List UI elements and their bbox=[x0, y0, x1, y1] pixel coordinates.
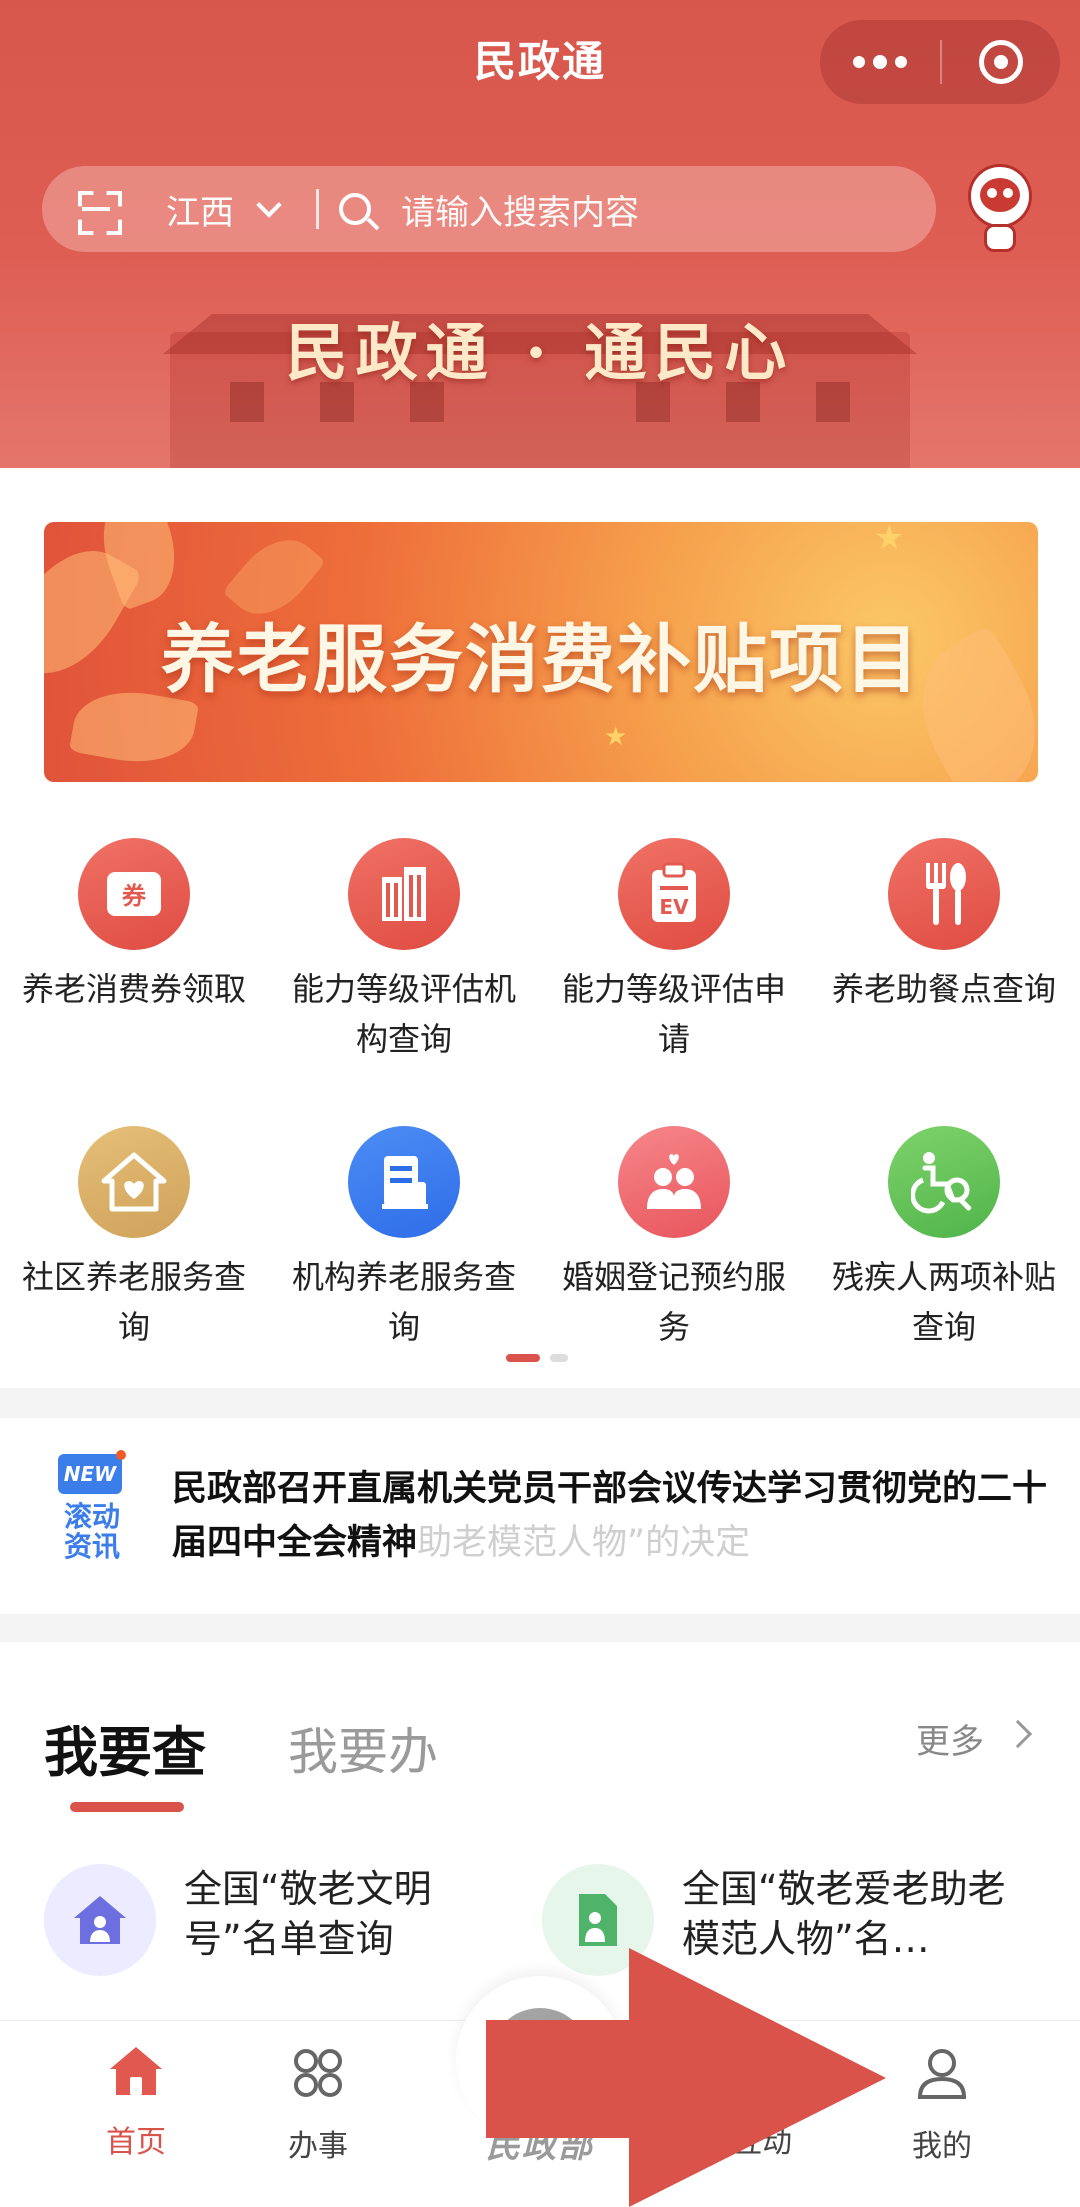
close-miniprogram-icon[interactable] bbox=[942, 20, 1060, 104]
building-icon bbox=[348, 838, 460, 950]
svg-text:EV: EV bbox=[659, 895, 689, 919]
ministry-icon[interactable] bbox=[490, 2008, 590, 2108]
star-icon: ★ bbox=[604, 722, 628, 752]
service-item[interactable]: EV 能力等级评估申请 bbox=[554, 838, 794, 1064]
service-label: 残疾人两项补贴查询 bbox=[831, 1258, 1056, 1346]
tab-mine-label: 我的 bbox=[912, 2129, 972, 2164]
tab-interact-label: 互动 bbox=[732, 2125, 792, 2160]
more-link[interactable]: 更多 bbox=[916, 1714, 984, 1763]
wheelchair-icon bbox=[888, 1126, 1000, 1238]
services-grid-icon bbox=[294, 2049, 342, 2097]
news-headline[interactable]: 民政部召开直属机关党员干部会议传达学习贯彻党的二十届四中全会精神 bbox=[172, 1462, 1052, 1570]
service-label: 养老消费券领取 bbox=[21, 970, 246, 1008]
slogan-banner: 民政通 · 通民心 bbox=[0, 280, 1080, 468]
tab-handle[interactable]: 我要办 bbox=[288, 1712, 438, 1784]
coupon-icon: 券 bbox=[78, 838, 190, 950]
service-label: 机构养老服务查询 bbox=[291, 1258, 516, 1346]
service-item[interactable]: 婚姻登记预约服务 bbox=[554, 1126, 794, 1352]
chevron-right-icon[interactable] bbox=[1003, 1719, 1033, 1749]
fork-spoon-icon bbox=[888, 838, 1000, 950]
search-input[interactable]: 请输入搜索内容 bbox=[401, 185, 639, 234]
service-label: 养老助餐点查询 bbox=[831, 970, 1056, 1008]
service-item[interactable]: 能力等级评估机构查询 bbox=[284, 838, 524, 1064]
clipboard-icon: EV bbox=[618, 838, 730, 950]
header: 民政通 江西 请输入搜索内容 民政通 · 通民心 bbox=[0, 0, 1080, 468]
service-item[interactable]: 残疾人两项补贴查询 bbox=[824, 1126, 1064, 1352]
slogan-text: 民政通 · 通民心 bbox=[285, 316, 795, 389]
service-label: 能力等级评估机构查询 bbox=[291, 970, 516, 1058]
tab-query[interactable]: 我要查 bbox=[44, 1708, 206, 1787]
main-card: ★ ★ 养老服务消费补贴项目 券 养老消费券领取 能力等级评估机构查询 EV 能… bbox=[0, 468, 1080, 1388]
region-selector[interactable]: 江西 bbox=[166, 185, 234, 234]
tab-services-label: 办事 bbox=[288, 2129, 348, 2164]
news-badge: NEW 滚动资讯 bbox=[58, 1450, 126, 1563]
banner-title: 养老服务消费补贴项目 bbox=[161, 617, 921, 703]
tab-indicator bbox=[70, 1802, 184, 1812]
search-icon bbox=[339, 193, 371, 225]
service-label: 婚姻登记预约服务 bbox=[561, 1258, 786, 1346]
document-icon bbox=[348, 1126, 460, 1238]
promo-banner[interactable]: ★ ★ 养老服务消费补贴项目 bbox=[44, 522, 1038, 782]
miniprogram-capsule bbox=[820, 20, 1060, 104]
page-indicator bbox=[506, 1354, 568, 1362]
tab-mine[interactable]: 我的 bbox=[862, 2045, 1022, 2165]
search-divider bbox=[316, 189, 319, 229]
mascot-avatar[interactable] bbox=[964, 164, 1036, 252]
user-icon bbox=[917, 2049, 967, 2099]
query-item-label: 全国“敬老文明号”名单查询 bbox=[184, 1867, 432, 1961]
center-tab-label[interactable]: 民政部 bbox=[440, 2118, 640, 2167]
elder-home-icon bbox=[44, 1864, 156, 1976]
query-item[interactable]: 全国“敬老爱老助老模范人物”名… bbox=[542, 1864, 1012, 1976]
search-bar[interactable]: 江西 请输入搜索内容 bbox=[42, 166, 936, 252]
svg-text:券: 券 bbox=[122, 882, 147, 910]
more-options-icon[interactable] bbox=[820, 20, 940, 104]
service-item[interactable]: 养老助餐点查询 bbox=[824, 838, 1064, 1014]
chevron-down-icon[interactable] bbox=[256, 192, 282, 218]
query-item[interactable]: 全国“敬老文明号”名单查询 bbox=[44, 1864, 514, 1976]
home-icon bbox=[110, 2047, 162, 2095]
elder-doc-icon bbox=[542, 1864, 654, 1976]
tab-home-label: 首页 bbox=[106, 2125, 166, 2160]
home-heart-icon bbox=[78, 1126, 190, 1238]
tab-home[interactable]: 首页 bbox=[56, 2045, 216, 2161]
new-badge: NEW bbox=[58, 1450, 126, 1494]
query-item-label: 全国“敬老爱老助老模范人物”名… bbox=[682, 1867, 1006, 1961]
service-label: 能力等级评估申请 bbox=[561, 970, 786, 1058]
news-ticker[interactable]: NEW 滚动资讯 的二十届四中全助老模范人物”的决定 民政部召开直属机关党员干部… bbox=[0, 1418, 1080, 1614]
scan-icon[interactable] bbox=[76, 189, 116, 229]
page-dot bbox=[550, 1354, 568, 1362]
service-item[interactable]: 社区养老服务查询 bbox=[14, 1126, 254, 1352]
service-item[interactable]: 券 养老消费券领取 bbox=[14, 838, 254, 1014]
tab-interact[interactable]: 互动 bbox=[682, 2045, 842, 2161]
tab-services[interactable]: 办事 bbox=[238, 2045, 398, 2165]
star-icon: ★ bbox=[874, 522, 905, 558]
service-item[interactable]: 机构养老服务查询 bbox=[284, 1126, 524, 1352]
service-label: 社区养老服务查询 bbox=[21, 1258, 246, 1346]
couple-icon bbox=[618, 1126, 730, 1238]
news-label: 滚动资讯 bbox=[63, 1500, 120, 1563]
page-dot-active bbox=[506, 1354, 540, 1362]
